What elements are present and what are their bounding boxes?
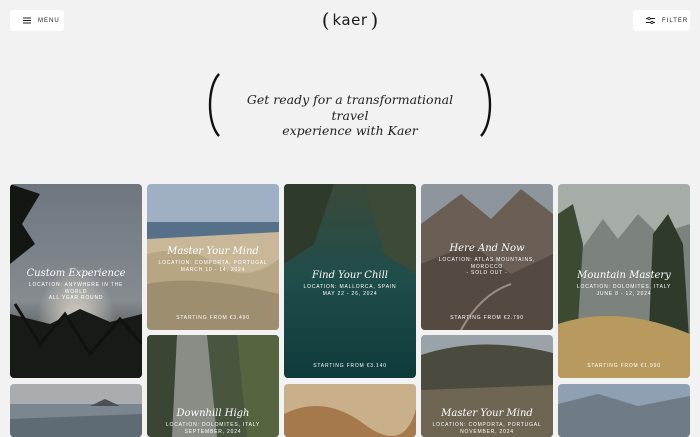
meta-line: LOCATION: ANYWHERE IN THE <box>28 282 124 288</box>
card-price: STARTING FROM €1.990 <box>587 363 661 369</box>
sliders-icon <box>646 17 655 24</box>
meta-line: NOVEMBER, 2024 <box>460 428 514 435</box>
card-image <box>10 184 142 378</box>
card-location: LOCATION: ANYWHERE IN THE WORLD ALL YEAR… <box>10 282 142 302</box>
card-title: Here And Now <box>449 243 525 254</box>
card-image <box>558 184 690 378</box>
hero-line-2: experience with Kaer <box>282 123 418 138</box>
logo-right-paren: ) <box>370 8 379 32</box>
sold-out-badge: - SOLD OUT - <box>466 270 508 276</box>
right-bracket <box>480 73 492 137</box>
meta-line: ALL YEAR ROUND <box>48 295 104 301</box>
card-title: Mountain Mastery <box>577 270 671 281</box>
card-title: Custom Experience <box>26 268 126 279</box>
menu-label: MENU <box>38 17 60 24</box>
logo[interactable]: ( kaer ) <box>321 7 379 33</box>
card-location: LOCATION: COMPORTA, PORTUGAL MARCH 10 - … <box>147 260 279 273</box>
card-title: Find Your Chill <box>312 270 388 281</box>
card-custom-experience[interactable]: Custom Experience LOCATION: ANYWHERE IN … <box>10 184 142 378</box>
card-image <box>10 384 142 437</box>
menu-icon <box>23 17 31 24</box>
meta-line: JUNE 8 - 12, 2024 <box>596 290 652 297</box>
filter-label: FILTER <box>662 17 689 24</box>
card-mountain-mastery[interactable]: Mountain Mastery LOCATION: DOLOMITES, IT… <box>558 184 690 378</box>
hero-heading: Get ready for a transformational travel … <box>235 92 465 139</box>
card-image <box>147 184 279 330</box>
meta-line: LOCATION: COMPORTA, PORTUGAL <box>432 422 542 428</box>
left-bracket <box>208 73 220 137</box>
card-location: LOCATION: DOLOMITES, ITALY SEPTEMBER, 20… <box>147 422 279 435</box>
logo-text: kaer <box>332 11 368 29</box>
filter-button[interactable]: FILTER <box>633 10 690 31</box>
meta-line: LOCATION: ATLAS MOUNTAINS, <box>438 257 536 263</box>
menu-button[interactable]: MENU <box>10 10 64 31</box>
hero-line-1: Get ready for a transformational travel <box>246 92 454 123</box>
card-warm[interactable] <box>284 384 416 437</box>
card-title: Master Your Mind <box>441 408 533 419</box>
card-location: LOCATION: DOLOMITES, ITALY JUNE 8 - 12, … <box>558 284 690 297</box>
meta-line: MAY 22 - 26, 2024 <box>322 290 378 297</box>
card-rocks[interactable] <box>558 384 690 437</box>
card-master-your-mind-2[interactable]: Master Your Mind LOCATION: COMPORTA, POR… <box>421 335 553 437</box>
card-title: Master Your Mind <box>167 246 259 257</box>
meta-line: LOCATION: MALLORCA, SPAIN <box>303 284 397 290</box>
card-price: STARTING FROM €3.490 <box>176 315 250 321</box>
logo-left-paren: ( <box>321 8 330 32</box>
card-find-your-chill[interactable]: Find Your Chill LOCATION: MALLORCA, SPAI… <box>284 184 416 378</box>
card-downhill-high[interactable]: Downhill High LOCATION: DOLOMITES, ITALY… <box>147 335 279 437</box>
card-image <box>558 384 690 437</box>
card-here-and-now[interactable]: Here And Now LOCATION: ATLAS MOUNTAINS, … <box>421 184 553 330</box>
card-location: LOCATION: COMPORTA, PORTUGAL NOVEMBER, 2… <box>421 422 553 435</box>
card-price: STARTING FROM €3.140 <box>313 363 387 369</box>
meta-line: LOCATION: COMPORTA, PORTUGAL <box>158 260 268 266</box>
meta-line: LOCATION: DOLOMITES, ITALY <box>576 284 672 290</box>
card-image <box>284 184 416 378</box>
card-image <box>284 384 416 437</box>
meta-line: LOCATION: DOLOMITES, ITALY <box>165 422 261 428</box>
card-location: LOCATION: ATLAS MOUNTAINS, MOROCCO - SOL… <box>421 257 553 277</box>
card-master-your-mind[interactable]: Master Your Mind LOCATION: COMPORTA, POR… <box>147 184 279 330</box>
card-location: LOCATION: MALLORCA, SPAIN MAY 22 - 26, 2… <box>284 284 416 297</box>
card-price: STARTING FROM €2.790 <box>450 315 524 321</box>
card-coast[interactable] <box>10 384 142 437</box>
hero-section: Get ready for a transformational travel … <box>205 73 495 141</box>
meta-line: MARCH 10 - 14, 2024 <box>180 266 246 273</box>
meta-line: SEPTEMBER, 2024 <box>184 428 242 435</box>
card-title: Downhill High <box>176 408 250 419</box>
